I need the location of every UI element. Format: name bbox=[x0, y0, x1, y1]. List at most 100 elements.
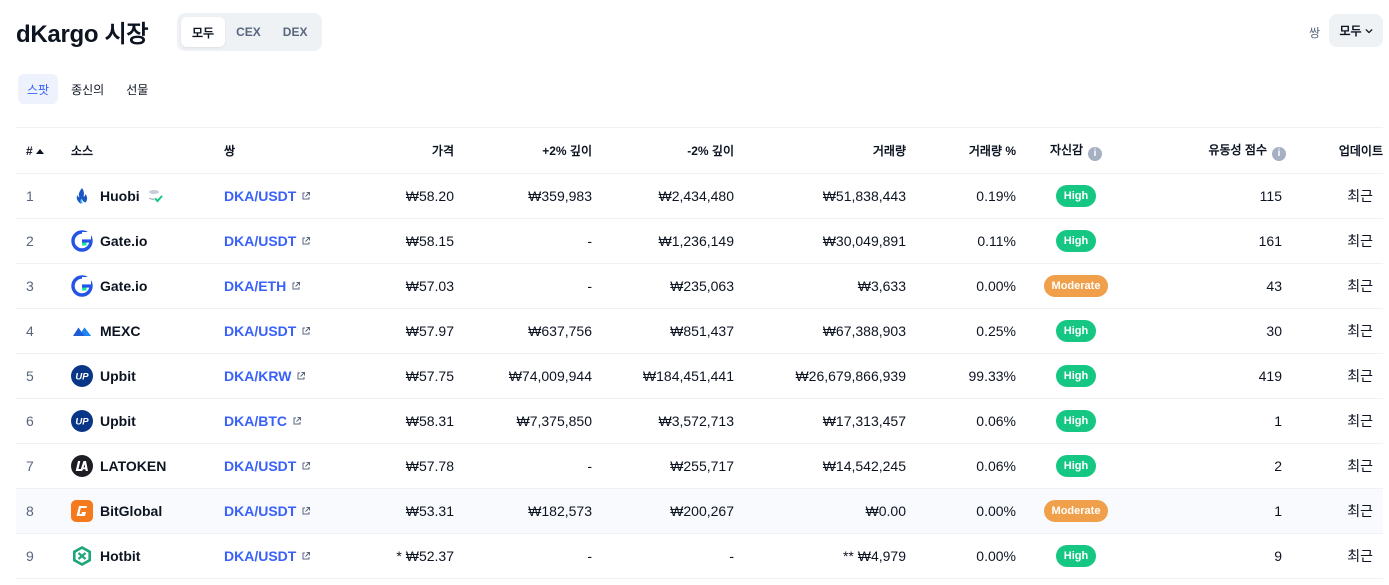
liquidity-cell: 115 bbox=[1136, 173, 1286, 219]
exchange-name[interactable]: MEXC bbox=[100, 323, 140, 339]
pair-link[interactable]: DKA/USDT bbox=[224, 233, 311, 249]
pair-cell[interactable]: DKA/KRW bbox=[224, 353, 344, 399]
table-row[interactable]: 1 Huobi DKA/USDT ₩58.20 ₩359,983 ₩2,434,480 ₩5… bbox=[16, 173, 1383, 219]
confidence-badge: High bbox=[1055, 455, 1097, 477]
exchange-name[interactable]: Upbit bbox=[100, 368, 136, 384]
updated-cell: 최근 bbox=[1286, 173, 1383, 219]
pair-link[interactable]: DKA/BTC bbox=[224, 413, 302, 429]
table-row[interactable]: 9 Hotbit DKA/USDT * ₩52.37- - ** ₩4,979 0.00% H… bbox=[16, 533, 1383, 579]
source-cell[interactable]: Gate.io bbox=[71, 218, 224, 264]
col-liquidity[interactable]: 유동성 점수 i bbox=[1136, 127, 1286, 174]
col-confidence[interactable]: 자신감 i bbox=[1016, 127, 1136, 174]
pair-link[interactable]: DKA/USDT bbox=[224, 188, 311, 204]
pair-link[interactable]: DKA/ETH bbox=[224, 278, 301, 294]
pair-link[interactable]: DKA/USDT bbox=[224, 323, 311, 339]
confidence-badge: Moderate bbox=[1043, 275, 1109, 297]
pair-link[interactable]: DKA/USDT bbox=[224, 458, 311, 474]
col-price[interactable]: 가격 bbox=[344, 127, 454, 174]
col-depth-minus[interactable]: -2% 깊이 bbox=[592, 127, 734, 174]
rank-cell: 7 bbox=[16, 443, 71, 489]
source-cell[interactable]: MEXC bbox=[71, 308, 224, 354]
pair-cell[interactable]: DKA/USDT bbox=[224, 533, 344, 579]
tab-perpetual[interactable]: 종신의 bbox=[62, 74, 113, 104]
filter-cex-button[interactable]: CEX bbox=[225, 17, 272, 47]
source-cell[interactable]: UP Upbit bbox=[71, 353, 224, 399]
price-cell: ₩57.97 bbox=[344, 308, 454, 354]
volume-pct-cell: 0.00% bbox=[906, 533, 1016, 579]
table-row[interactable]: 7 LATOKEN DKA/USDT ₩57.78- ₩255,717 ₩14,542,2… bbox=[16, 443, 1383, 489]
verified-coin-icon bbox=[148, 190, 163, 203]
liquidity-cell: 30 bbox=[1136, 308, 1286, 354]
confidence-cell: Moderate bbox=[1016, 263, 1136, 309]
source-cell[interactable]: LATOKEN bbox=[71, 443, 224, 489]
col-depth-plus[interactable]: +2% 깊이 bbox=[454, 127, 592, 174]
upbit-icon: UP bbox=[71, 365, 93, 387]
exchange-name[interactable]: Gate.io bbox=[100, 233, 147, 249]
mexc-icon bbox=[71, 320, 93, 342]
confidence-badge: High bbox=[1055, 410, 1097, 432]
col-volume[interactable]: 거래량 bbox=[734, 127, 906, 174]
pair-cell[interactable]: DKA/USDT bbox=[224, 443, 344, 489]
tab-spot[interactable]: 스팟 bbox=[18, 74, 59, 104]
pair-link[interactable]: DKA/KRW bbox=[224, 368, 306, 384]
huobi-flame-icon bbox=[71, 185, 93, 207]
rank-cell: 6 bbox=[16, 398, 71, 444]
pair-link[interactable]: DKA/USDT bbox=[224, 548, 311, 564]
exchange-name[interactable]: BitGlobal bbox=[100, 503, 162, 519]
pair-cell[interactable]: DKA/BTC bbox=[224, 398, 344, 444]
table-row[interactable]: 3 Gate.io DKA/ETH ₩57.03- ₩235,063 ₩3,633 0.00… bbox=[16, 263, 1383, 309]
confidence-cell: High bbox=[1016, 173, 1136, 219]
table-row[interactable]: 4 MEXC DKA/USDT ₩57.97 ₩637,756 ₩851,437 ₩67,3… bbox=[16, 308, 1383, 354]
col-rank[interactable]: # bbox=[16, 127, 71, 174]
table-row[interactable]: 6 UP Upbit DKA/BTC ₩58.31 ₩7,375,850 ₩3,572,71… bbox=[16, 398, 1383, 444]
source-cell[interactable]: Huobi bbox=[71, 173, 224, 219]
pair-cell[interactable]: DKA/USDT bbox=[224, 308, 344, 354]
pair-cell[interactable]: DKA/USDT bbox=[224, 173, 344, 219]
updated-cell: 최근 bbox=[1286, 488, 1383, 534]
col-updated[interactable]: 업데이트 bbox=[1286, 127, 1383, 174]
price-cell: ₩58.15 bbox=[344, 218, 454, 264]
source-cell[interactable]: UP Upbit bbox=[71, 398, 224, 444]
updated-cell: 최근 bbox=[1286, 533, 1383, 579]
pair-filter-dropdown[interactable]: 모두 bbox=[1329, 14, 1383, 47]
source-cell[interactable]: Gate.io bbox=[71, 263, 224, 309]
table-row[interactable]: 8 BitGlobal DKA/USDT ₩53.31 ₩182,573 ₩200,267… bbox=[16, 488, 1383, 534]
confidence-badge: High bbox=[1055, 545, 1097, 567]
table-row[interactable]: 2 Gate.io DKA/USDT ₩58.15- ₩1,236,149 ₩30,049… bbox=[16, 218, 1383, 264]
pair-cell[interactable]: DKA/ETH bbox=[224, 263, 344, 309]
col-source[interactable]: 소스 bbox=[71, 127, 224, 174]
exchange-name[interactable]: Huobi bbox=[100, 188, 140, 204]
external-link-icon bbox=[292, 282, 301, 290]
source-cell[interactable]: Hotbit bbox=[71, 533, 224, 579]
pair-link[interactable]: DKA/USDT bbox=[224, 503, 311, 519]
col-volume-pct[interactable]: 거래량 % bbox=[906, 127, 1016, 174]
source-cell[interactable]: BitGlobal bbox=[71, 488, 224, 534]
rank-cell: 2 bbox=[16, 218, 71, 264]
liquidity-cell: 419 bbox=[1136, 353, 1286, 399]
pair-cell[interactable]: DKA/USDT bbox=[224, 218, 344, 264]
pair-cell[interactable]: DKA/USDT bbox=[224, 488, 344, 534]
tab-futures[interactable]: 선물 bbox=[117, 74, 157, 104]
filter-all-button[interactable]: 모두 bbox=[181, 17, 226, 47]
table-header-row: # 소스 쌍 가격 +2% 깊이 -2% 깊이 거래량 거래량 % 자신감 i 유… bbox=[16, 127, 1383, 174]
updated-cell: 최근 bbox=[1286, 398, 1383, 444]
col-pair[interactable]: 쌍 bbox=[224, 127, 344, 174]
info-icon[interactable]: i bbox=[1088, 146, 1103, 161]
liquidity-cell: 1 bbox=[1136, 398, 1286, 444]
liquidity-cell: 43 bbox=[1136, 263, 1286, 309]
rank-cell: 8 bbox=[16, 488, 71, 534]
table-row[interactable]: 5 UP Upbit DKA/KRW ₩57.75 ₩74,009,944 ₩184,451… bbox=[16, 353, 1383, 399]
price-cell: ₩57.78 bbox=[344, 443, 454, 489]
filter-dex-button[interactable]: DEX bbox=[272, 17, 319, 47]
info-icon[interactable]: i bbox=[1272, 146, 1286, 161]
external-link-icon bbox=[302, 552, 311, 560]
exchange-name[interactable]: Hotbit bbox=[100, 548, 140, 564]
exchange-name[interactable]: Upbit bbox=[100, 413, 136, 429]
depth-minus-cell: ₩1,236,149 bbox=[592, 218, 734, 264]
exchange-name[interactable]: Gate.io bbox=[100, 278, 147, 294]
svg-text:UP: UP bbox=[75, 372, 89, 383]
rank-cell: 5 bbox=[16, 353, 71, 399]
volume-cell: ₩51,838,443 bbox=[734, 173, 906, 219]
exchange-name[interactable]: LATOKEN bbox=[100, 458, 166, 474]
updated-cell: 최근 bbox=[1286, 263, 1383, 309]
